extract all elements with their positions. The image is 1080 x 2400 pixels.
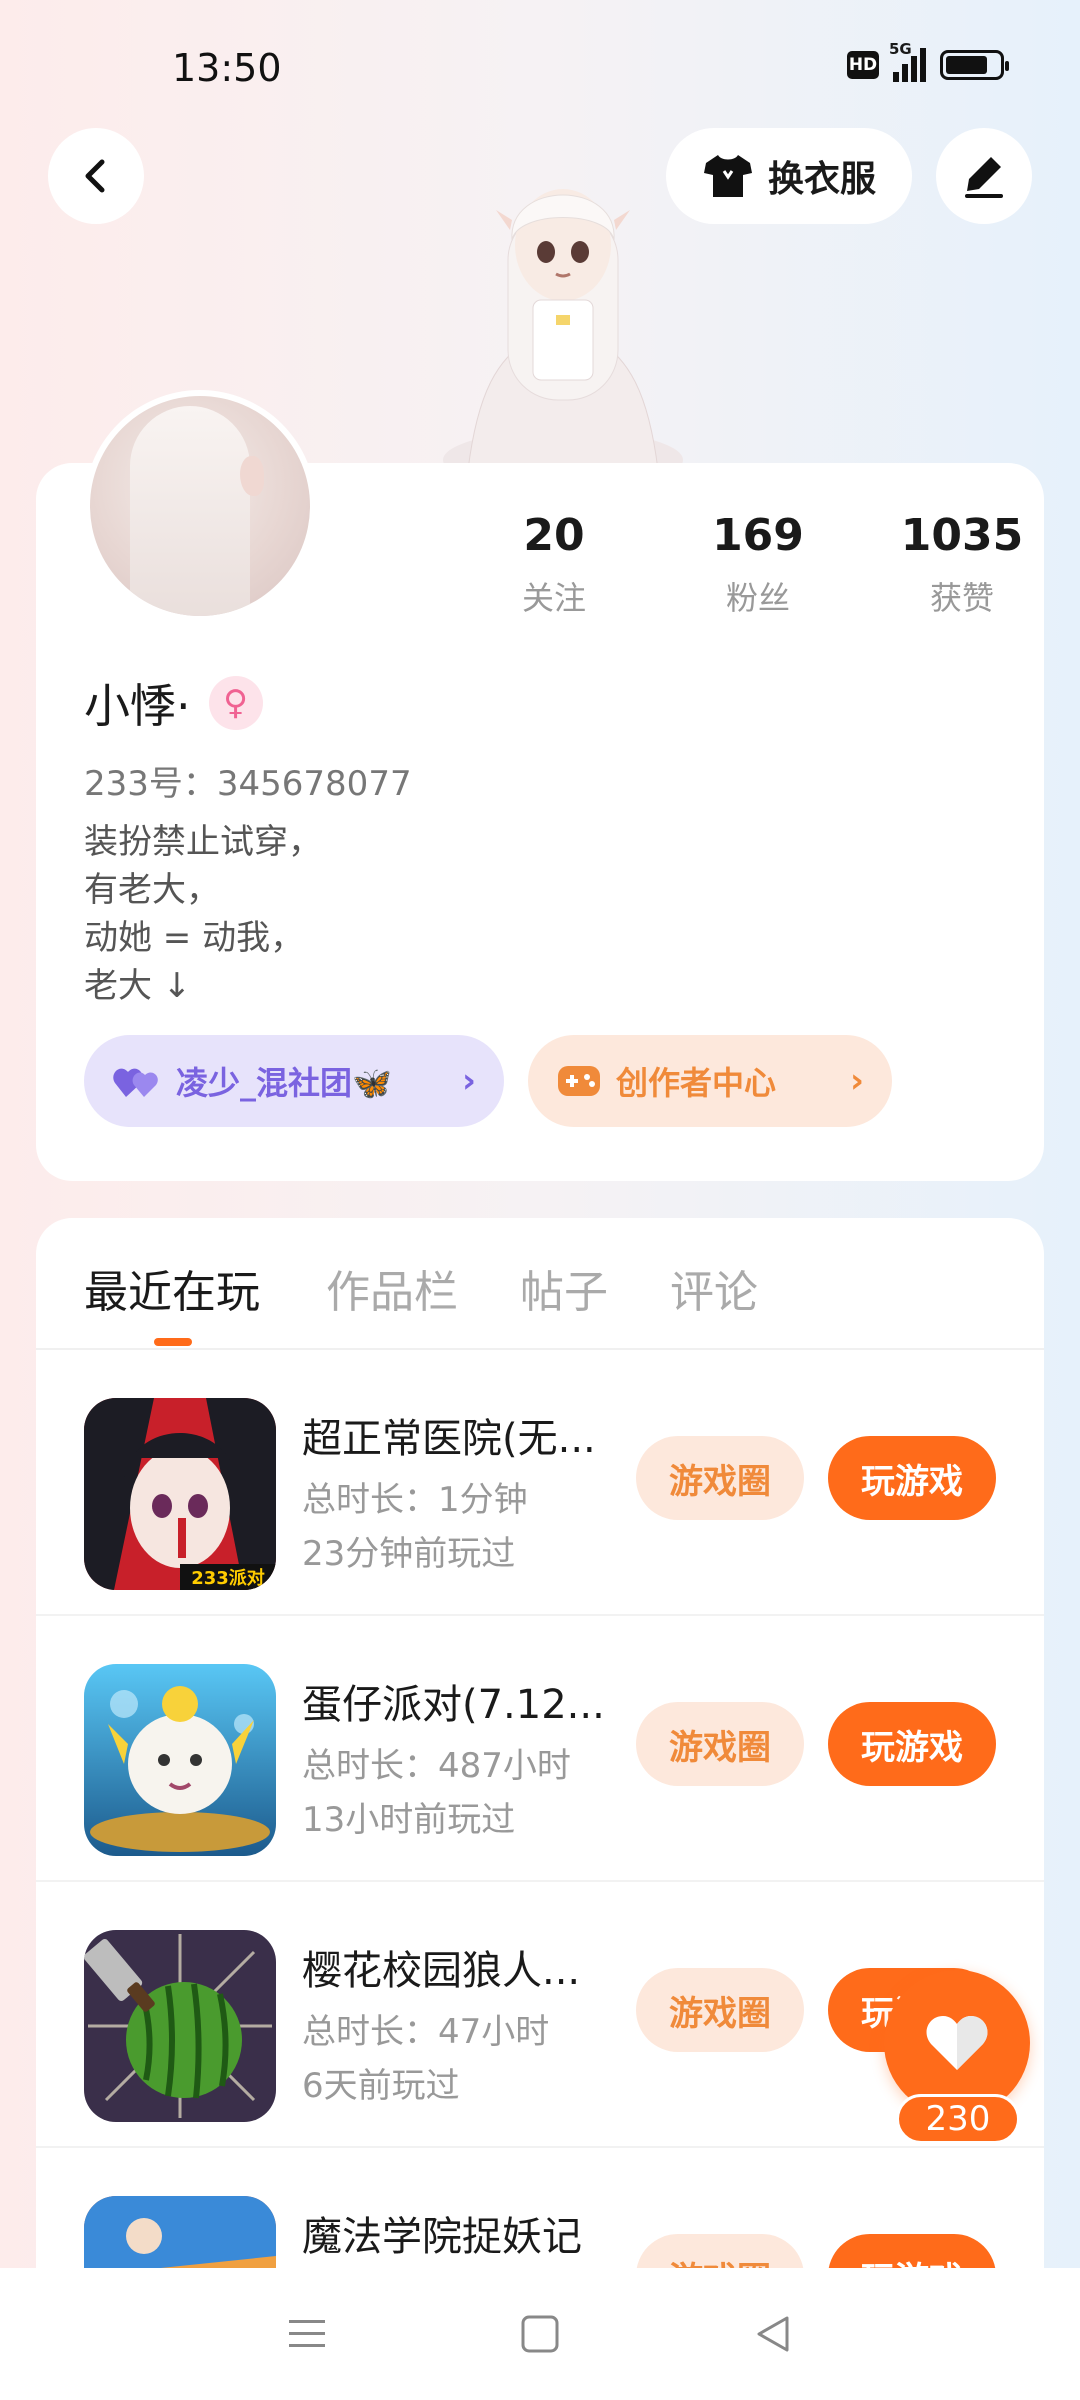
club-chip[interactable]: 凌少_混社团🦋 › — [84, 1035, 504, 1127]
game-circle-button[interactable]: 游戏圈 — [636, 2234, 804, 2268]
user-id: 233号：345678077 — [84, 764, 412, 804]
stat-label: 获赞 — [929, 579, 994, 617]
creator-center-chip[interactable]: 创作者中心 › — [528, 1035, 892, 1127]
tab-works[interactable]: 作品栏 — [326, 1256, 458, 1320]
game-last-played: 6天前玩过 — [302, 2066, 460, 2106]
tab-recently-played[interactable]: 最近在玩 — [84, 1256, 260, 1320]
avatar[interactable] — [84, 390, 316, 622]
change-outfit-label: 换衣服 — [767, 159, 876, 200]
stat-label: 关注 — [521, 579, 586, 617]
edit-profile-button[interactable] — [936, 128, 1032, 224]
game-title: 超正常医院(无... — [302, 1416, 596, 1462]
profile-stats: 20 关注 169 粉丝 1035 获赞 — [452, 510, 1064, 619]
status-icons: HD 5G — [847, 40, 1009, 82]
tab-bar: 最近在玩 作品栏 帖子 评论 — [36, 1218, 1044, 1350]
game-duration: 总时长：1分钟 — [302, 1480, 528, 1520]
game-icon[interactable]: 233派对 — [84, 1398, 276, 1590]
hd-icon: HD — [847, 51, 879, 79]
game-duration: 总时长：487小时 — [302, 1746, 571, 1786]
name-row: 小悸· ♀ — [84, 670, 263, 736]
heart-icon — [926, 2016, 988, 2070]
back-triangle-icon[interactable] — [753, 2314, 793, 2354]
game-title: 樱花校园狼人... — [302, 1948, 581, 1994]
game-circle-button[interactable]: 游戏圈 — [636, 1968, 804, 2052]
game-row[interactable]: 魔法学院捉妖记 游戏圈 玩游戏 — [36, 2148, 1044, 2268]
network-type: 5G — [889, 40, 912, 58]
tab-posts[interactable]: 帖子 — [520, 1256, 608, 1320]
play-game-button[interactable]: 玩游戏 — [828, 1436, 996, 1520]
game-last-played: 13小时前玩过 — [302, 1800, 516, 1840]
tab-indicator — [154, 1338, 192, 1346]
change-outfit-button[interactable]: 换衣服 — [666, 128, 912, 224]
tab-comments[interactable]: 评论 — [670, 1256, 758, 1320]
stat-label: 粉丝 — [725, 579, 790, 617]
chevron-right-icon: › — [461, 1061, 476, 1101]
game-circle-button[interactable]: 游戏圈 — [636, 1702, 804, 1786]
chevron-right-icon: › — [849, 1061, 864, 1101]
creator-center-label: 创作者中心 — [616, 1064, 777, 1102]
menu-icon[interactable] — [287, 2316, 327, 2352]
content-card: 最近在玩 作品栏 帖子 评论 233派对 超正常医院(无... 总时长：1分钟 … — [36, 1218, 1044, 2268]
stat-value: 169 — [712, 510, 804, 561]
bio-line: 老大 ↓ — [84, 966, 192, 1006]
user-name: 小悸· — [84, 679, 191, 733]
avatar-figure-image[interactable] — [438, 140, 688, 470]
stat-value: 1035 — [900, 510, 1024, 561]
double-heart-icon — [113, 1068, 158, 1097]
game-icon[interactable] — [84, 1930, 276, 2122]
pencil-icon — [965, 157, 1003, 198]
game-circle-button[interactable]: 游戏圈 — [636, 1436, 804, 1520]
stat-value: 20 — [523, 510, 585, 561]
game-title: 魔法学院捉妖记 — [302, 2214, 582, 2260]
stat-likes[interactable]: 1035 获赞 — [860, 510, 1064, 619]
icon-tag: 233派对 — [191, 1567, 265, 1589]
system-nav-bar — [0, 2268, 1080, 2400]
bio: 装扮禁止试穿， 有老大， 动她 = 动我， 老大 ↓ — [84, 818, 322, 1010]
game-row[interactable]: 蛋仔派对(7.12... 总时长：487小时 13小时前玩过 游戏圈 玩游戏 — [36, 1616, 1044, 1882]
stat-following[interactable]: 20 关注 — [452, 510, 656, 619]
chevron-left-icon — [85, 159, 105, 193]
signal-icon: 5G — [889, 40, 926, 82]
like-count: 230 — [896, 2094, 1020, 2144]
gamepad-icon — [558, 1066, 600, 1096]
battery-icon — [940, 50, 1009, 80]
bio-line: 动她 = 动我， — [84, 918, 305, 958]
club-chip-label: 凌少_混社团🦋 — [176, 1064, 392, 1102]
home-icon[interactable] — [520, 2314, 560, 2354]
game-title: 蛋仔派对(7.12... — [302, 1682, 605, 1728]
game-duration: 总时长：47小时 — [302, 2012, 550, 2052]
game-last-played: 23分钟前玩过 — [302, 1534, 516, 1574]
play-game-button[interactable]: 玩游戏 — [828, 2234, 996, 2268]
stat-followers[interactable]: 169 粉丝 — [656, 510, 860, 619]
status-bar: 13:50 HD 5G — [0, 0, 1080, 130]
tshirt-icon — [703, 155, 752, 197]
play-game-button[interactable]: 玩游戏 — [828, 1702, 996, 1786]
bio-line: 有老大， — [84, 870, 220, 910]
status-time: 13:50 — [172, 46, 282, 90]
female-icon: ♀ — [208, 676, 263, 730]
game-icon[interactable] — [84, 2196, 276, 2268]
back-button[interactable] — [48, 128, 144, 224]
game-row[interactable]: 233派对 超正常医院(无... 总时长：1分钟 23分钟前玩过 游戏圈 玩游戏 — [36, 1350, 1044, 1616]
game-icon[interactable] — [84, 1664, 276, 1856]
avatar-image — [90, 396, 310, 616]
bio-line: 装扮禁止试穿， — [84, 822, 322, 862]
